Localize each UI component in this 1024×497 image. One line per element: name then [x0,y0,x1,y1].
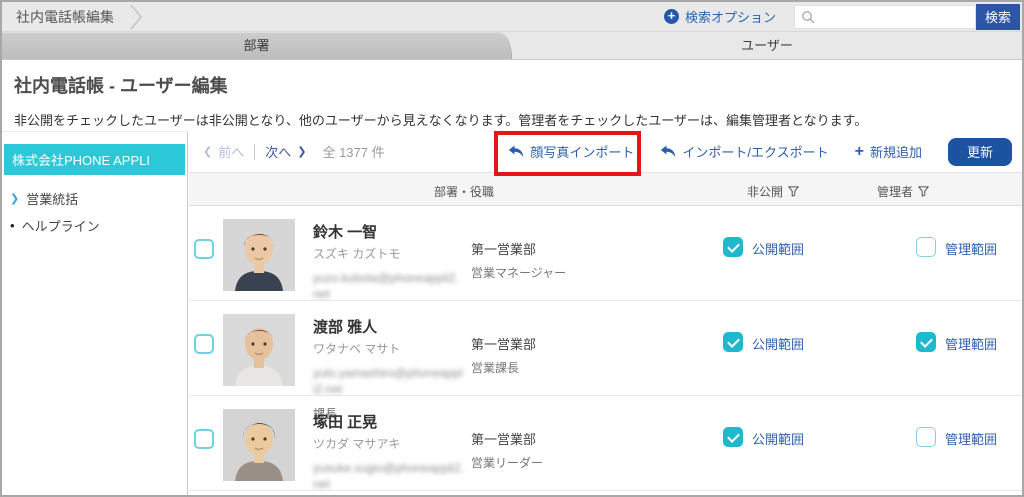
private-checkbox[interactable] [723,427,743,447]
header-admin: 管理者 [877,183,930,200]
import-export-label: インポート/エクスポート [682,145,829,160]
user-name: 渡部 雅人 [313,319,378,336]
chevron-right-icon: ❯ [10,193,20,205]
user-name: 鈴木 一智 [313,224,378,241]
admin-checkbox[interactable] [916,427,936,447]
page-description: 非公開をチェックしたユーザーは非公開となり、他のユーザーから見えなくなります。管… [14,113,868,128]
user-kana: ツカダ マサアキ [313,437,401,451]
chevron-right-icon: ❯ [297,146,307,158]
bullet-icon: • [10,218,15,233]
user-department: 第一営業部 [471,432,537,447]
update-button[interactable]: 更新 [948,137,1012,166]
import-export-link[interactable]: インポート/エクスポート [660,142,829,161]
next-page-label: 次へ [265,145,292,160]
top-bar: 社内電話帳編集 + 検索オプション 検索 [2,2,1022,32]
user-position: 営業リーダー [471,456,544,470]
header-private: 非公開 [747,183,800,200]
user-list-panel: ❮ 前へ 次へ ❯ 全 1377 件 顔写真インポート インポート/エクスポート… [189,131,1022,491]
user-department: 第一営業部 [471,337,537,352]
list-toolbar: ❮ 前へ 次へ ❯ 全 1377 件 顔写真インポート インポート/エクスポート… [189,131,1022,176]
prev-page-button[interactable]: ❮ 前へ [203,142,244,161]
admin-scope-link[interactable]: 管理範囲 [945,334,997,353]
search-button[interactable]: 検索 [976,3,1020,30]
user-email-blurred: yusuke.sugio@phoneappli2.net [313,461,464,491]
row-select-checkbox[interactable] [194,239,214,259]
department-tree-sidebar: 株式会社PHONE APPLI ❯ 営業統括 • ヘルプライン [2,131,188,495]
total-count: 全 1377 件 [322,145,385,160]
table-row: 渡部 雅人 ワタナベ マサト yuto.yamashiro@phoneappli… [189,301,1022,421]
user-position: 営業課長 [471,361,520,375]
import-arrow-icon [509,145,524,158]
admin-scope-link[interactable]: 管理範囲 [945,429,997,448]
import-arrow-icon [661,145,676,158]
user-name: 塚田 正晃 [313,414,378,431]
prev-page-label: 前へ [218,145,245,160]
user-email-blurred: yuzo.kubota@phoneappli2.net [313,271,459,301]
sidebar-item-label: 営業統括 [26,192,79,207]
user-position: 営業マネージャー [471,266,567,280]
plus-circle-icon: + [663,9,679,24]
user-department: 第一営業部 [471,242,537,257]
body: 株式会社PHONE APPLI ❯ 営業統括 • ヘルプライン ❮ 前へ 次へ [2,131,1022,495]
next-page-button[interactable]: 次へ ❯ [265,142,306,161]
tab-user[interactable]: ユーザー [512,32,1022,59]
private-checkbox[interactable] [723,237,743,257]
page-heading: 社内電話帳 - ユーザー編集 非公開をチェックしたユーザーは非公開となり、他のユ… [2,60,1022,131]
plus-icon: + [854,142,864,160]
private-checkbox[interactable] [723,332,743,352]
app-window: 社内電話帳編集 + 検索オプション 検索 部署 ユーザー 社内電話帳 - ユーザ… [0,0,1024,497]
admin-checkbox[interactable] [916,237,936,257]
sidebar-item-sales-division[interactable]: ❯ 営業統括 [2,185,187,212]
tab-department[interactable]: 部署 [2,32,512,59]
page-title: 社内電話帳 - ユーザー編集 [14,76,228,96]
table-header: 部署・役職 非公開 管理者 [189,173,1022,206]
user-kana: ワタナベ マサト [313,342,401,356]
search-icon [802,10,815,24]
photo-import-link[interactable]: 顔写真インポート [508,142,634,161]
add-new-label: 新規追加 [869,145,922,160]
sidebar-item-label: ヘルプライン [21,219,100,234]
public-scope-link[interactable]: 公開範囲 [752,334,804,353]
divider [254,143,256,160]
breadcrumb-chevron-icon [130,3,143,30]
user-kana: スズキ カズトモ [313,247,401,261]
add-new-link[interactable]: + 新規追加 [855,142,922,161]
search-options-link[interactable]: + 検索オプション [663,7,776,26]
public-scope-link[interactable]: 公開範囲 [752,239,804,258]
chevron-left-icon: ❮ [203,146,213,158]
public-scope-link[interactable]: 公開範囲 [752,429,804,448]
header-dept-position: 部署・役職 [434,185,495,199]
photo-import-wrap: 顔写真インポート [494,131,642,176]
row-select-checkbox[interactable] [194,429,214,449]
user-email-blurred: yuto.yamashiro@phoneappli2.net [313,366,463,396]
search-box [794,4,976,29]
search-input[interactable] [820,9,969,24]
breadcrumb[interactable]: 社内電話帳編集 [16,7,114,27]
user-photo [223,314,295,386]
photo-import-label: 顔写真インポート [530,145,635,160]
filter-icon[interactable] [788,186,800,197]
user-photo [223,219,295,291]
table-row: 塚田 正晃 ツカダ マサアキ yusuke.sugio@phoneappli2.… [189,396,1022,491]
filter-icon[interactable] [918,186,930,197]
search-options-label: 検索オプション [684,10,776,25]
sidebar-item-helpline[interactable]: • ヘルプライン [2,212,187,239]
row-select-checkbox[interactable] [194,334,214,354]
toolbar-actions: 顔写真インポート インポート/エクスポート + 新規追加 更新 [494,131,1012,176]
table-row: 鈴木 一智 スズキ カズトモ yuzo.kubota@phoneappli2.n… [189,206,1022,301]
admin-scope-link[interactable]: 管理範囲 [945,239,997,258]
sidebar-item-company[interactable]: 株式会社PHONE APPLI [4,144,185,175]
admin-checkbox[interactable] [916,332,936,352]
tab-bar: 部署 ユーザー [2,32,1022,60]
user-photo [223,409,295,481]
